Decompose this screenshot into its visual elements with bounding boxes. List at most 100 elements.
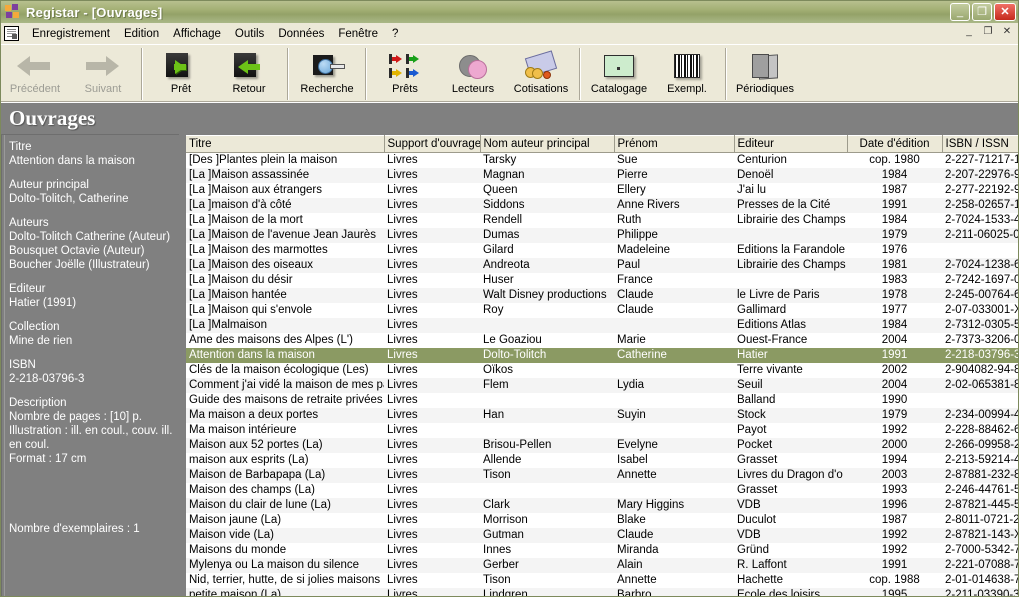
menu-item-enregistrement[interactable]: Enregistrement (25, 26, 117, 42)
cell-date: cop. 1980 (847, 152, 942, 168)
table-row[interactable]: Maison jaune (La) Livres Morrison Blake Ducu… (186, 513, 1018, 528)
table-row[interactable]: Maison aux 52 portes (La) Livres Brisou-Pe… (186, 438, 1018, 453)
cell-nom: Oïkos (480, 363, 614, 378)
column-header-titre[interactable]: Titre (186, 135, 385, 153)
restore-button[interactable]: ❐ (972, 3, 992, 21)
column-header-isbn[interactable]: ISBN / ISSN (942, 135, 1018, 153)
table-row[interactable]: [Des ]Plantes plein la maison Livres Tarsk… (186, 152, 1018, 168)
column-header-nom[interactable]: Nom auteur principal (480, 135, 615, 153)
cell-nom: Allende (480, 453, 614, 468)
cell-isbn: 2-02-065381-8 (942, 378, 1018, 393)
toolbar-button-cotisations[interactable]: Cotisations (507, 47, 575, 101)
cell-isbn: 2-211-03390-3 (942, 588, 1018, 596)
toolbar-separator (365, 48, 367, 100)
cell-prenom: France (614, 273, 734, 288)
cell-date: 1996 (847, 498, 942, 513)
table-row[interactable]: Attention dans la maison Livres Dolto-Toli… (186, 348, 1018, 363)
toolbar-button-exemplaires[interactable]: Exempl. (653, 47, 721, 101)
cell-nom: Gilard (480, 243, 614, 258)
cell-support: Livres (384, 318, 480, 333)
cell-titre: Comment j'ai vidé la maison de mes parer (186, 378, 384, 393)
cell-isbn (942, 243, 1018, 258)
menu-item-outils[interactable]: Outils (228, 26, 271, 42)
toolbar-button-catalogage[interactable]: Catalogage (585, 47, 653, 101)
toolbar-button-suivant[interactable]: Suivant (69, 47, 137, 101)
cell-isbn: 2-234-00994-4 (942, 408, 1018, 423)
loan-out-icon (161, 50, 201, 82)
table-row[interactable]: Nid, terrier, hutte, de si jolies maison… (186, 573, 1018, 588)
column-header-support[interactable]: Support d'ouvrage (384, 135, 481, 153)
cell-support: Livres (384, 408, 480, 423)
cell-titre: [La ]Maison aux étrangers (186, 183, 384, 198)
toolbar-button-pret[interactable]: Prêt (147, 47, 215, 101)
mdi-minimize-button[interactable]: _ (961, 25, 977, 40)
page-title: Ouvrages (9, 106, 96, 130)
table-row[interactable]: Maison vide (La) Livres Gutman Claude VDB 199… (186, 528, 1018, 543)
table-row[interactable]: Comment j'ai vidé la maison de mes parer… (186, 378, 1018, 393)
table-row[interactable]: [La ]Maison hantée Livres Walt Disney prod… (186, 288, 1018, 303)
cell-prenom: Claude (614, 288, 734, 303)
table-row[interactable]: [La ]Maison assassinée Livres Magnan Pierre… (186, 168, 1018, 183)
table-row[interactable]: Guide des maisons de retraite privées Liv… (186, 393, 1018, 408)
menu-item-fenetre[interactable]: Fenêtre (331, 26, 385, 42)
table-row[interactable]: Ma maison intérieure Livres Payot 1992 2-228… (186, 423, 1018, 438)
table-row[interactable]: Ma maison a deux portes Livres Han Suyin Sto… (186, 408, 1018, 423)
cell-editeur: Gründ (734, 543, 847, 558)
cell-titre: Maisons du monde (186, 543, 384, 558)
toolbar-button-periodiques[interactable]: Périodiques (731, 47, 799, 101)
menu-item-affichage[interactable]: Affichage (166, 26, 228, 42)
cell-nom: Lindgren (480, 588, 614, 596)
cell-prenom: Blake (614, 513, 734, 528)
table-row[interactable]: [La ]Maison qui s'envole Livres Roy Claude G… (186, 303, 1018, 318)
table-row[interactable]: [La ]Maison des marmottes Livres Gilard Mad… (186, 243, 1018, 258)
toolbar-button-retour[interactable]: Retour (215, 47, 283, 101)
mdi-close-button[interactable]: ✕ (999, 25, 1015, 40)
cell-prenom: Philippe (614, 228, 734, 243)
table-row[interactable]: maison aux esprits (La) Livres Allende Isab… (186, 453, 1018, 468)
cell-editeur: Grasset (734, 483, 847, 498)
menu-item-edition[interactable]: Edition (117, 26, 166, 42)
column-header-prenom[interactable]: Prénom (614, 135, 735, 153)
table-row[interactable]: [La ]Maison du désir Livres Huser France 198… (186, 273, 1018, 288)
table-row[interactable]: [La ]Maison de la mort Livres Rendell Ruth L… (186, 213, 1018, 228)
cell-support: Livres (384, 438, 480, 453)
menu-item-donnees[interactable]: Données (271, 26, 331, 42)
detail-field-value: Dolto-Tolitch, Catherine (9, 193, 129, 205)
records-grid[interactable]: Titre Support d'ouvrage Nom auteur princ… (185, 134, 1018, 596)
cell-nom: Gerber (480, 558, 614, 573)
close-button[interactable]: ✕ (994, 3, 1016, 21)
minimize-button[interactable]: _ (950, 3, 970, 21)
toolbar-button-prets[interactable]: Prêts (371, 47, 439, 101)
toolbar-button-precedent[interactable]: Précédent (1, 47, 69, 101)
column-header-date[interactable]: Date d'édition (847, 135, 943, 153)
table-row[interactable]: petite maison (La) Livres Lindgren Barbro Ec… (186, 588, 1018, 596)
table-row[interactable]: Maison des champs (La) Livres Grasset 1993 2… (186, 483, 1018, 498)
cell-date: 1984 (847, 318, 942, 333)
table-row[interactable]: Ame des maisons des Alpes (L') Livres Le G… (186, 333, 1018, 348)
table-row[interactable]: [La ]Maison des oiseaux Livres Andreota Pau… (186, 258, 1018, 273)
toolbar-button-recherche[interactable]: Recherche (293, 47, 361, 101)
table-row[interactable]: Maison du clair de lune (La) Livres Clark M… (186, 498, 1018, 513)
table-row[interactable]: [La ]maison d'à côté Livres Siddons Anne Ri… (186, 198, 1018, 213)
detail-block: Editeur Hatier (1991) (9, 282, 175, 310)
mdi-restore-button[interactable]: ❐ (980, 25, 996, 40)
table-row[interactable]: [La ]Malmaison Livres Editions Atlas 1984 2-… (186, 318, 1018, 333)
detail-field-label: Editeur (9, 283, 46, 295)
table-row[interactable]: [La ]Maison aux étrangers Livres Queen Elle… (186, 183, 1018, 198)
record-detail-pane: Titre Attention dans la maison Auteur prin… (1, 134, 179, 596)
table-row[interactable]: Maison de Barbapapa (La) Livres Tison Annet… (186, 468, 1018, 483)
cell-prenom: Claude (614, 528, 734, 543)
toolbar-button-lecteurs[interactable]: Lecteurs (439, 47, 507, 101)
copies-count-label: Nombre d'exemplaires : 1 (9, 523, 140, 535)
table-row[interactable]: [La ]Maison de l'avenue Jean Jaurès Livre… (186, 228, 1018, 243)
detail-block: Auteur principal Dolto-Tolitch, Catherine (9, 178, 175, 206)
table-row[interactable]: Maisons du monde Livres Innes Miranda Gründ 1… (186, 543, 1018, 558)
table-row[interactable]: Mylenya ou La maison du silence Livres Ger… (186, 558, 1018, 573)
cell-isbn: 2-211-06025-0 (942, 228, 1018, 243)
menu-item-help[interactable]: ? (385, 26, 405, 42)
column-header-editeur[interactable]: Editeur (734, 135, 848, 153)
cell-editeur: Hatier (734, 348, 847, 363)
cell-titre: Maison du clair de lune (La) (186, 498, 384, 513)
cell-nom: Dumas (480, 228, 614, 243)
table-row[interactable]: Clés de la maison écologique (Les) Livres… (186, 363, 1018, 378)
